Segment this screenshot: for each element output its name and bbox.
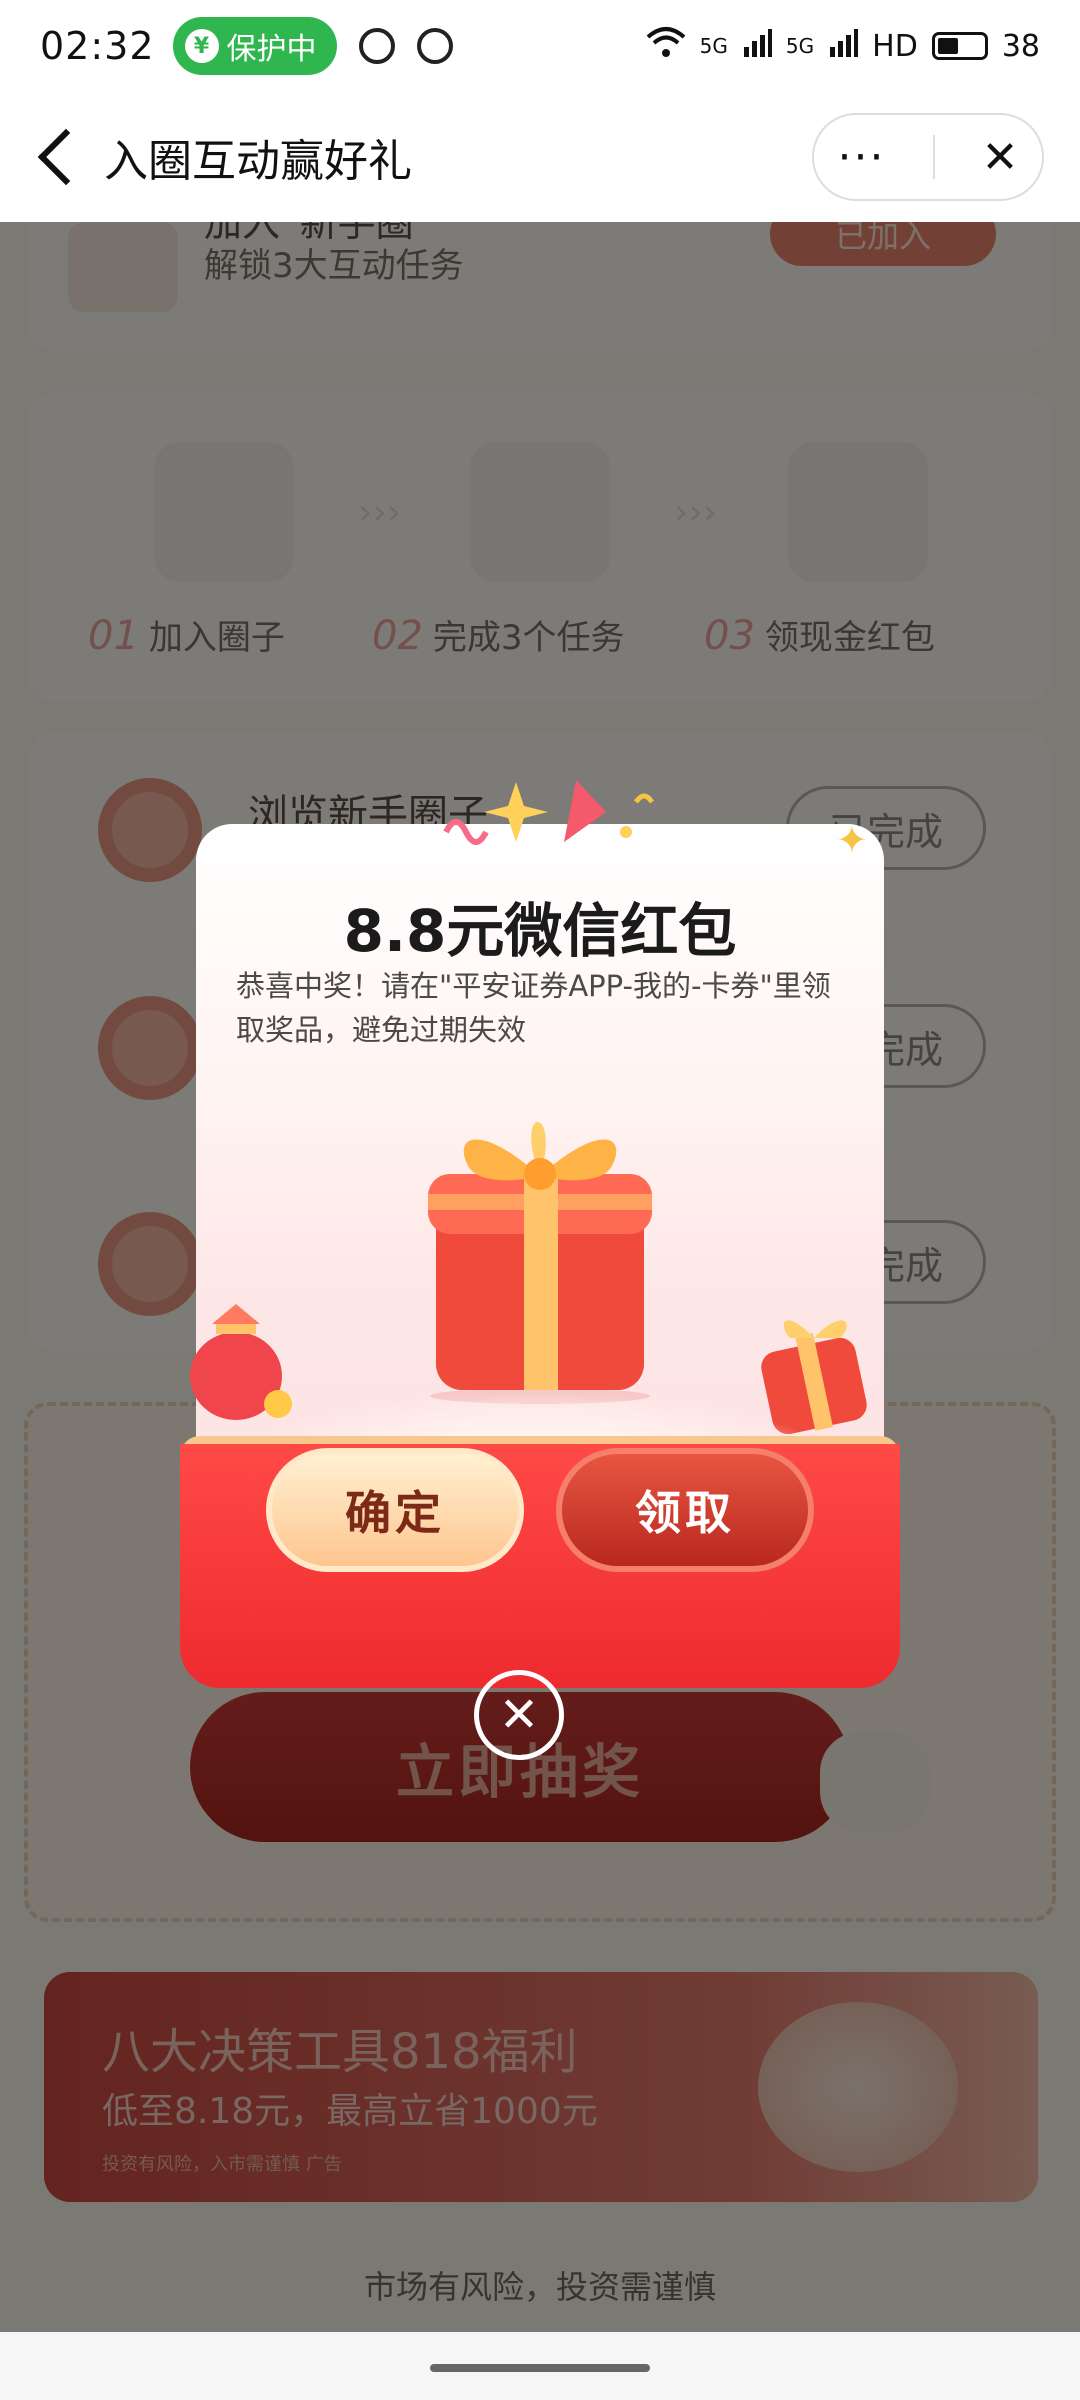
page: 02:32 ¥ 保护中 5G 5G HD 38 入圈互动赢好礼 ··· ✕ ✦ … bbox=[0, 0, 1080, 2400]
confirm-button[interactable]: 确定 bbox=[266, 1448, 524, 1572]
status-time: 02:32 bbox=[40, 24, 155, 68]
dialog-title: 8.8元微信红包 bbox=[343, 897, 737, 965]
signal-5g-label: 5G bbox=[699, 34, 728, 58]
sparkle-icon: ✦ bbox=[836, 818, 868, 862]
claim-button[interactable]: 领取 bbox=[556, 1448, 814, 1572]
app-notification-icon bbox=[416, 28, 453, 64]
page-title: 入圈互动赢好礼 bbox=[104, 136, 412, 187]
system-nav-bar bbox=[0, 2332, 1080, 2400]
gift-box-icon bbox=[428, 1122, 652, 1404]
nav-header: 入圈互动赢好礼 ··· ✕ bbox=[0, 92, 1080, 222]
hd-label: HD bbox=[872, 28, 918, 64]
dialog-description: 恭喜中奖！请在"平安证券APP-我的-卡券"里领取奖品，避免过期失效 bbox=[236, 969, 831, 1047]
check-circle-icon bbox=[358, 28, 395, 64]
dialog-close-button[interactable]: ✕ bbox=[474, 1670, 564, 1760]
signal-bars-icon-2 bbox=[828, 27, 859, 65]
mini-program-capsule: ··· ✕ bbox=[812, 113, 1044, 201]
shield-yen-icon: ¥ bbox=[184, 29, 219, 63]
wifi-icon bbox=[646, 25, 686, 67]
more-options-button[interactable]: ··· bbox=[838, 132, 886, 183]
confetti-decoration-icon bbox=[443, 780, 655, 845]
close-mini-program-button[interactable]: ✕ bbox=[982, 132, 1019, 183]
signal-bars-icon bbox=[742, 27, 772, 65]
protection-status-label: 保护中 bbox=[226, 32, 317, 67]
back-arrow-icon[interactable] bbox=[37, 128, 95, 186]
home-indicator[interactable] bbox=[430, 2364, 650, 2372]
capsule-divider bbox=[932, 135, 935, 179]
status-bar: 02:32 ¥ 保护中 5G 5G HD 38 bbox=[0, 0, 1080, 92]
prize-dialog: ✦ 8.8元微信红包 恭喜中奖！请在"平安证券APP-我的-卡券"里领取奖品，避… bbox=[180, 780, 900, 1688]
battery-icon bbox=[931, 32, 988, 60]
protection-status-badge: ¥ 保护中 bbox=[172, 17, 337, 75]
status-right-group: 5G 5G HD 38 bbox=[646, 25, 1040, 67]
battery-level: 38 bbox=[1001, 28, 1040, 64]
signal-5g-label-2: 5G bbox=[785, 34, 815, 58]
